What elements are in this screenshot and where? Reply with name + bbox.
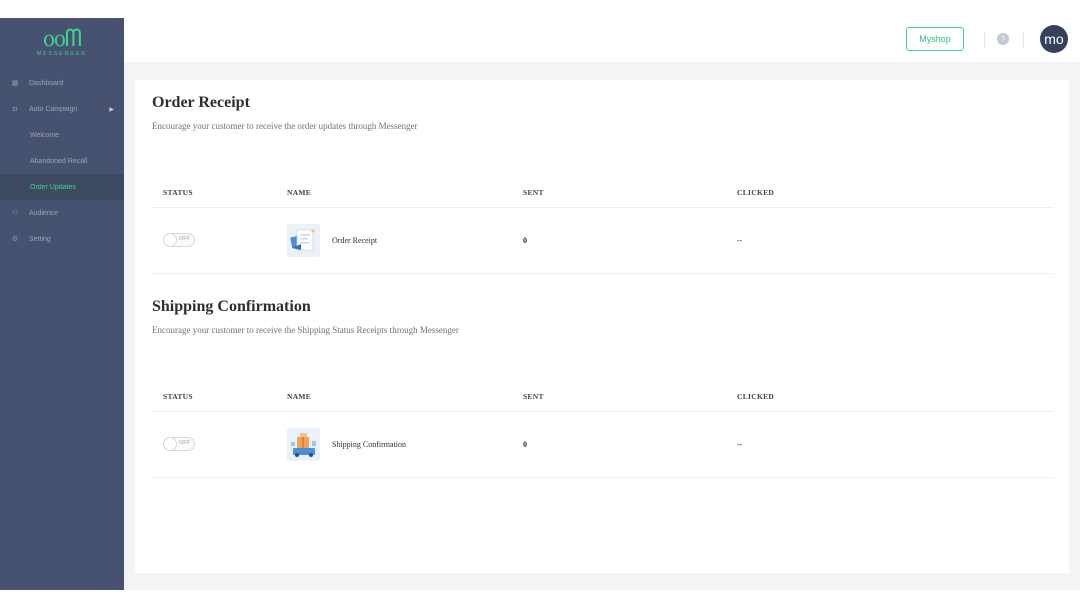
- sidebar-item-label: Setting: [29, 235, 51, 243]
- column-header-clicked: CLICKED: [737, 392, 775, 401]
- sidebar-item-audience[interactable]: ⚇ Audience: [0, 200, 124, 226]
- column-header-sent: SENT: [523, 392, 544, 401]
- sidebar-item-setting[interactable]: ⚙ Setting: [0, 226, 124, 252]
- logo-subtitle: MESSENGER: [37, 50, 87, 57]
- sidebar-item-order-updates[interactable]: Order Updates: [0, 174, 124, 200]
- sidebar-item-abandoned-recall[interactable]: Abandoned Recall: [0, 148, 124, 174]
- toggle-label: OFF: [179, 236, 190, 242]
- app-window: ᦞᦞᗰ MESSENGER ▦ Dashboard ◘ Auto Campaig…: [0, 0, 1080, 608]
- section-description: Encourage your customer to receive the o…: [152, 121, 418, 131]
- column-header-name: NAME: [287, 392, 312, 401]
- row-sent: 0: [523, 440, 527, 449]
- column-header-sent: SENT: [523, 188, 544, 197]
- gear-icon: ⚙: [11, 236, 19, 243]
- table-header: STATUS NAME SENT CLICKED: [152, 182, 1054, 208]
- people-icon: ⚇: [11, 210, 19, 217]
- divider: [1023, 32, 1024, 48]
- shipping-box-icon: [291, 433, 316, 457]
- row-name[interactable]: Shipping Confirmation: [332, 440, 406, 449]
- row-clicked: --: [737, 236, 743, 245]
- table-row: OFF Order Receipt 0 --: [152, 208, 1054, 274]
- row-sent: 0: [523, 236, 527, 245]
- sidebar-item-label: Dashboard: [29, 79, 64, 87]
- logo[interactable]: ᦞᦞᗰ MESSENGER: [0, 18, 124, 66]
- sidebar-item-auto-campaign[interactable]: ◘ Auto Campaign ▶: [0, 96, 124, 122]
- receipt-card-icon: [290, 229, 315, 251]
- row-name[interactable]: Order Receipt: [332, 236, 377, 245]
- section-title: Order Receipt: [152, 94, 250, 111]
- sidebar-nav: ▦ Dashboard ◘ Auto Campaign ▶ Welcome Ab…: [0, 70, 124, 252]
- sidebar: ᦞᦞᗰ MESSENGER ▦ Dashboard ◘ Auto Campaig…: [0, 18, 124, 590]
- toggle-knob: [163, 437, 177, 451]
- divider: [984, 32, 985, 48]
- topbar: Myshop ? mo: [124, 18, 1080, 62]
- section-order-receipt: Order Receipt Encourage your customer to…: [152, 94, 1054, 276]
- help-icon[interactable]: ?: [997, 33, 1009, 45]
- shipping-confirmation-thumbnail: [287, 428, 320, 461]
- section-title: Shipping Confirmation: [152, 298, 311, 315]
- table-row: OFF Shipping Confirmation 0 --: [152, 412, 1054, 478]
- sidebar-item-label: Welcome: [30, 131, 60, 139]
- toggle-label: OFF: [179, 440, 190, 446]
- status-toggle[interactable]: OFF: [163, 233, 195, 247]
- row-clicked: --: [737, 440, 743, 449]
- sidebar-item-label: Audience: [29, 209, 59, 217]
- table-header: STATUS NAME SENT CLICKED: [152, 386, 1054, 412]
- avatar[interactable]: mo: [1040, 25, 1068, 53]
- column-header-status: STATUS: [163, 392, 193, 401]
- sidebar-item-dashboard[interactable]: ▦ Dashboard: [0, 70, 124, 96]
- column-header-clicked: CLICKED: [737, 188, 775, 197]
- sidebar-item-label: Order Updates: [30, 183, 76, 191]
- logo-mark: ᦞᦞᗰ: [42, 24, 82, 52]
- order-receipt-thumbnail: [287, 224, 320, 257]
- sidebar-item-welcome[interactable]: Welcome: [0, 122, 124, 148]
- section-shipping-confirmation: Shipping Confirmation Encourage your cus…: [152, 298, 1054, 480]
- content-card: Order Receipt Encourage your customer to…: [135, 80, 1069, 573]
- section-description: Encourage your customer to receive the S…: [152, 325, 459, 335]
- column-header-name: NAME: [287, 188, 312, 197]
- chevron-right-icon: ▶: [109, 106, 114, 113]
- column-header-status: STATUS: [163, 188, 193, 197]
- bubble-icon: ◘: [12, 105, 18, 113]
- sidebar-item-label: Abandoned Recall: [30, 157, 88, 165]
- toggle-knob: [163, 233, 177, 247]
- status-toggle[interactable]: OFF: [163, 437, 195, 451]
- myshop-button[interactable]: Myshop: [906, 27, 964, 51]
- sidebar-item-label: Auto Campaign: [29, 105, 78, 113]
- grid-icon: ▦: [11, 80, 19, 87]
